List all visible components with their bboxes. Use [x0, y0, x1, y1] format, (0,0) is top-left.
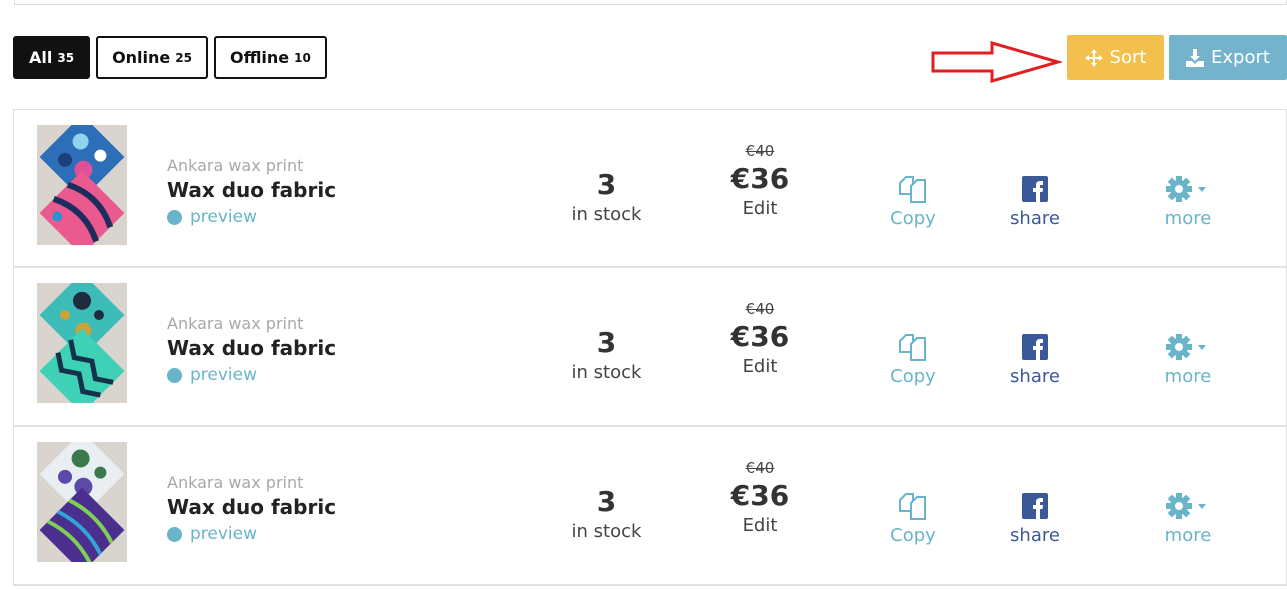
product-category: Ankara wax print — [167, 473, 304, 492]
product-thumbnail[interactable] — [37, 283, 127, 403]
export-button[interactable]: Export — [1169, 35, 1287, 80]
product-row: Ankara wax print Wax duo fabric preview … — [13, 268, 1287, 427]
product-thumbnail[interactable] — [37, 442, 127, 562]
facebook-share-button[interactable]: share — [987, 330, 1083, 390]
share-label: share — [1010, 525, 1060, 546]
more-label: more — [1164, 525, 1212, 546]
stock-label: in stock — [571, 521, 642, 542]
product-name[interactable]: Wax duo fabric — [167, 493, 336, 521]
stock-info: 3 in stock — [544, 326, 669, 386]
copy-icon — [899, 176, 926, 203]
current-price: €36 — [730, 320, 790, 353]
stock-count: 3 — [596, 485, 617, 518]
stock-count: 3 — [596, 326, 617, 359]
globe-icon — [167, 526, 182, 542]
preview-link[interactable]: preview — [167, 362, 336, 388]
stock-label: in stock — [571, 362, 642, 383]
filter-online-count: 25 — [175, 50, 192, 65]
product-row: Ankara wax print Wax duo fabric preview … — [13, 427, 1287, 586]
product-category: Ankara wax print — [167, 156, 304, 175]
move-arrows-icon — [1084, 48, 1103, 67]
product-name[interactable]: Wax duo fabric — [167, 176, 336, 204]
copy-button[interactable]: Copy — [865, 489, 961, 549]
more-label: more — [1164, 366, 1212, 387]
edit-price-link[interactable]: Edit — [704, 354, 816, 380]
more-menu-button[interactable]: more — [1140, 172, 1236, 232]
copy-icon — [899, 334, 926, 361]
current-price: €36 — [730, 479, 790, 512]
globe-icon — [167, 367, 182, 383]
filter-all-button[interactable]: All 35 — [13, 36, 91, 79]
product-info: Ankara wax print Wax duo fabric preview — [167, 473, 336, 547]
edit-price-link[interactable]: Edit — [704, 196, 816, 222]
product-name[interactable]: Wax duo fabric — [167, 334, 336, 362]
old-price: €40 — [745, 459, 775, 477]
stock-info: 3 in stock — [544, 485, 669, 545]
facebook-share-button[interactable]: share — [987, 489, 1083, 549]
preview-link[interactable]: preview — [167, 204, 336, 230]
price-info: €40 €36 Edit — [704, 457, 816, 539]
share-label: share — [1010, 366, 1060, 387]
copy-icon — [899, 493, 926, 520]
stock-info: 3 in stock — [544, 168, 669, 228]
filter-online-button[interactable]: Online 25 — [96, 36, 208, 79]
product-list: Ankara wax print Wax duo fabric preview … — [13, 109, 1287, 586]
more-menu-button[interactable]: more — [1140, 330, 1236, 390]
product-thumbnail[interactable] — [37, 125, 127, 245]
red-arrow-annotation — [931, 41, 1062, 83]
edit-price-link[interactable]: Edit — [704, 513, 816, 539]
export-label: Export — [1211, 47, 1270, 68]
stock-count: 3 — [596, 168, 617, 201]
gear-icon — [1166, 334, 1206, 360]
facebook-icon — [1022, 493, 1048, 519]
sort-label: Sort — [1109, 47, 1147, 68]
filter-offline-button[interactable]: Offline 10 — [213, 36, 327, 79]
sort-button[interactable]: Sort — [1067, 35, 1164, 80]
filter-online-label: Online — [112, 48, 171, 67]
filter-offline-label: Offline — [229, 48, 290, 67]
product-row: Ankara wax print Wax duo fabric preview … — [13, 109, 1287, 268]
old-price: €40 — [745, 142, 775, 160]
product-info: Ankara wax print Wax duo fabric preview — [167, 314, 336, 388]
product-info: Ankara wax print Wax duo fabric preview — [167, 156, 336, 230]
share-label: share — [1010, 208, 1060, 229]
preview-label: preview — [190, 365, 258, 385]
copy-button[interactable]: Copy — [865, 172, 961, 232]
preview-label: preview — [190, 207, 258, 227]
price-info: €40 €36 Edit — [704, 140, 816, 222]
price-info: €40 €36 Edit — [704, 298, 816, 380]
caret-down-icon — [1198, 504, 1206, 509]
stock-label: in stock — [571, 204, 642, 225]
filter-all-count: 35 — [57, 50, 75, 65]
caret-down-icon — [1198, 187, 1206, 192]
product-category: Ankara wax print — [167, 314, 304, 333]
gear-icon — [1166, 176, 1206, 202]
preview-label: preview — [190, 524, 258, 544]
download-icon — [1186, 48, 1205, 67]
facebook-icon — [1022, 334, 1048, 360]
filter-all-label: All — [29, 48, 53, 67]
copy-label: Copy — [890, 525, 936, 546]
facebook-share-button[interactable]: share — [987, 172, 1083, 232]
gear-icon — [1166, 493, 1206, 519]
more-menu-button[interactable]: more — [1140, 489, 1236, 549]
current-price: €36 — [730, 162, 790, 195]
filter-offline-count: 10 — [294, 50, 311, 65]
globe-icon — [167, 209, 182, 225]
copy-label: Copy — [890, 208, 936, 229]
facebook-icon — [1022, 176, 1048, 202]
more-label: more — [1164, 208, 1212, 229]
filter-bar: All 35 Online 25 Offline 10 — [13, 36, 327, 79]
preview-link[interactable]: preview — [167, 521, 336, 547]
copy-button[interactable]: Copy — [865, 330, 961, 390]
copy-label: Copy — [890, 366, 936, 387]
caret-down-icon — [1198, 345, 1206, 350]
previous-panel-edge — [14, 0, 1287, 5]
old-price: €40 — [745, 300, 775, 318]
